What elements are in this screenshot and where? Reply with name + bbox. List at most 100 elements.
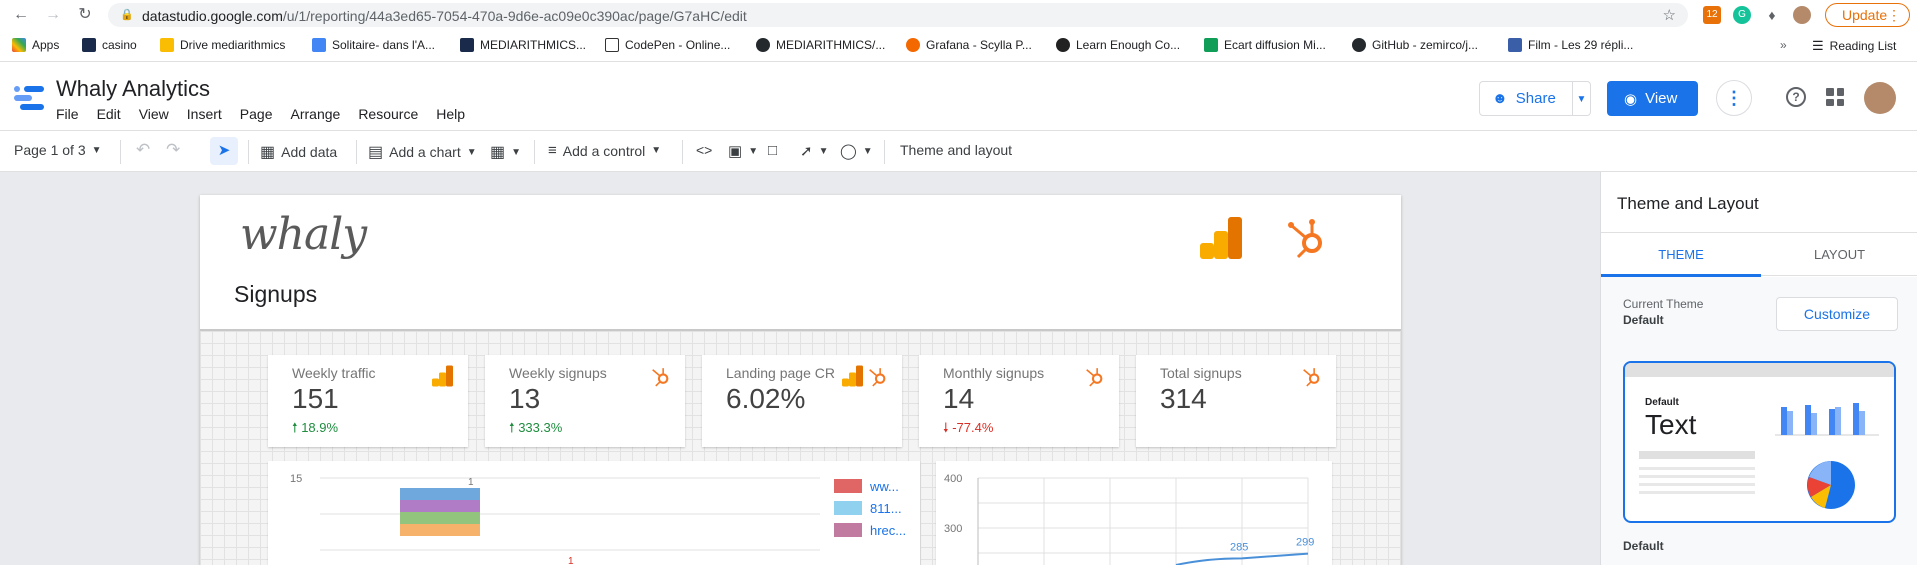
line-data-label: 285 <box>1230 541 1248 553</box>
signups-bar-chart[interactable]: 15 1 1 ww... 811... hrec... <box>268 461 920 565</box>
menu-arrange[interactable]: Arrange <box>291 106 341 122</box>
bookmark-item[interactable]: CodePen - Online... <box>605 38 730 52</box>
reload-icon[interactable]: ↻ <box>76 6 94 24</box>
view-button[interactable]: ◉ View <box>1607 81 1698 116</box>
kpi-landing-page-cr[interactable]: Landing page CR 6.02% <box>702 355 902 447</box>
toolbar-divider <box>884 140 885 164</box>
legend-item[interactable]: hrec... <box>834 519 906 541</box>
report-title[interactable]: Whaly Analytics <box>56 76 210 102</box>
shape-button[interactable]: ◯ ▼ <box>840 142 873 160</box>
kpi-value: 13 <box>509 383 541 414</box>
community-viz-button[interactable]: ▦ ▼ <box>490 142 521 162</box>
embed-code-icon[interactable]: <> <box>696 142 712 158</box>
customize-button[interactable]: Customize <box>1776 297 1898 331</box>
help-icon[interactable]: ? <box>1786 87 1806 107</box>
kpi-total-signups[interactable]: Total signups 314 <box>1136 355 1336 447</box>
hubspot-icon <box>1288 219 1322 259</box>
bar-segment[interactable] <box>400 500 480 512</box>
redo-icon[interactable]: ↷ <box>166 140 180 160</box>
image-icon: ▣ <box>728 143 743 160</box>
select-cursor-icon[interactable]: ➤ <box>210 137 238 165</box>
tab-layout[interactable]: LAYOUT <box>1761 233 1917 277</box>
profile-icon[interactable] <box>1793 6 1811 24</box>
theme-card-text-sample: Text <box>1645 409 1697 440</box>
page-selector[interactable]: Page 1 of 3 ▼ <box>14 142 102 158</box>
panel-title: Theme and Layout <box>1617 194 1759 213</box>
menu-view[interactable]: View <box>139 106 169 122</box>
menu-help[interactable]: Help <box>436 106 465 122</box>
tab-theme[interactable]: THEME <box>1601 233 1761 277</box>
reading-list[interactable]: ☰ Reading List <box>1812 38 1896 54</box>
bookmark-apps[interactable]: Apps <box>12 38 59 52</box>
undo-icon[interactable]: ↶ <box>136 140 150 160</box>
bar-segment[interactable] <box>400 512 480 524</box>
menu-edit[interactable]: Edit <box>97 106 121 122</box>
arrow-down-icon: 🠗 <box>943 420 953 435</box>
bookmark-item[interactable]: Ecart diffusion Mi... <box>1204 38 1326 52</box>
image-button[interactable]: ▣ ▼ <box>728 142 758 160</box>
puzzle-icon[interactable]: ♦ <box>1763 6 1781 24</box>
bookmark-icon <box>312 38 326 52</box>
kpi-monthly-signups[interactable]: Monthly signups 14 🠗 -77.4% <box>919 355 1119 447</box>
address-bar[interactable]: 🔒 datastudio.google.com/u/1/reporting/44… <box>108 3 1688 27</box>
theme-card-default[interactable]: Default Text <box>1623 361 1896 523</box>
line-chart-grid <box>977 477 1309 565</box>
bookmark-label: casino <box>102 38 137 52</box>
legend-label: 811... <box>870 500 902 516</box>
menu-resource[interactable]: Resource <box>358 106 418 122</box>
legend-item[interactable]: ww... <box>834 475 906 497</box>
bookmark-item[interactable]: GitHub - zemirco/j... <box>1352 38 1478 52</box>
bookmark-item[interactable]: Drive mediarithmics <box>160 38 285 52</box>
chevron-down-icon: ▼ <box>818 145 829 157</box>
forward-icon[interactable]: → <box>44 6 62 24</box>
bookmark-item[interactable]: Film - Les 29 répli... <box>1508 38 1633 52</box>
bookmark-label: GitHub - zemirco/j... <box>1372 38 1479 52</box>
theme-panel-body: Current Theme Default Customize Default … <box>1601 277 1917 565</box>
line-data-label: 299 <box>1296 537 1314 549</box>
bookmark-star-icon[interactable]: ☆ <box>1663 6 1676 24</box>
bookmark-item[interactable]: MEDIARITHMICS... <box>460 38 586 52</box>
grammarly-icon[interactable]: G <box>1733 6 1751 24</box>
bookmark-item[interactable]: MEDIARITHMICS/... <box>756 38 885 52</box>
chart-icon: ▤ <box>368 144 384 161</box>
menu-page[interactable]: Page <box>240 106 273 122</box>
legend-label: ww... <box>870 478 899 494</box>
data-studio-logo-icon <box>14 86 44 110</box>
menu-insert[interactable]: Insert <box>187 106 222 122</box>
bookmark-item[interactable]: Solitaire- dans l'A... <box>312 38 435 52</box>
line-icon: ➚ <box>800 143 813 160</box>
theme-layout-button[interactable]: Theme and layout <box>900 142 1012 158</box>
extension-icon[interactable]: 12 <box>1703 6 1721 24</box>
avatar[interactable] <box>1864 82 1896 114</box>
chart-legend: ww... 811... hrec... <box>834 475 906 541</box>
share-dropdown-icon[interactable]: ▼ <box>1573 81 1591 116</box>
legend-item[interactable]: 811... <box>834 497 906 519</box>
page-title[interactable]: Signups <box>234 281 317 308</box>
toolbar-divider <box>356 140 357 164</box>
bookmark-item[interactable]: Grafana - Scylla P... <box>906 38 1032 52</box>
bookmark-item[interactable]: casino <box>82 38 137 52</box>
apps-grid-icon[interactable] <box>1826 88 1844 106</box>
share-label: Share <box>1515 90 1556 107</box>
add-chart-button[interactable]: ▤ Add a chart ▼ <box>368 142 477 162</box>
text-box-icon[interactable]: □ <box>768 142 777 159</box>
signups-line-chart[interactable]: 400 300 285 299 <box>936 461 1332 565</box>
more-options-icon[interactable]: ⋮ <box>1716 80 1752 116</box>
kpi-weekly-signups[interactable]: Weekly signups 13 🠕 333.3% <box>485 355 685 447</box>
back-icon[interactable]: ← <box>12 6 30 24</box>
share-button[interactable]: ☻ Share <box>1479 81 1573 116</box>
legend-swatch <box>834 523 862 537</box>
add-control-button[interactable]: ≡ Add a control ▼ <box>548 142 661 159</box>
bar-segment[interactable] <box>400 488 480 500</box>
line-button[interactable]: ➚ ▼ <box>800 142 828 160</box>
update-button[interactable]: Update ⋮ <box>1825 3 1910 27</box>
menu-file[interactable]: File <box>56 106 79 122</box>
arrow-up-icon: 🠕 <box>509 420 519 435</box>
kpi-weekly-traffic[interactable]: Weekly traffic 151 🠕 18.9% <box>268 355 468 447</box>
bar-segment[interactable] <box>400 524 480 536</box>
bookmarks-overflow-icon[interactable]: » <box>1780 38 1787 52</box>
bookmark-item[interactable]: Learn Enough Co... <box>1056 38 1180 52</box>
line-chart-svg: 400 300 285 299 <box>944 473 1314 565</box>
add-data-button[interactable]: ▦ Add data <box>260 142 337 162</box>
kpi-value: 314 <box>1160 383 1207 414</box>
